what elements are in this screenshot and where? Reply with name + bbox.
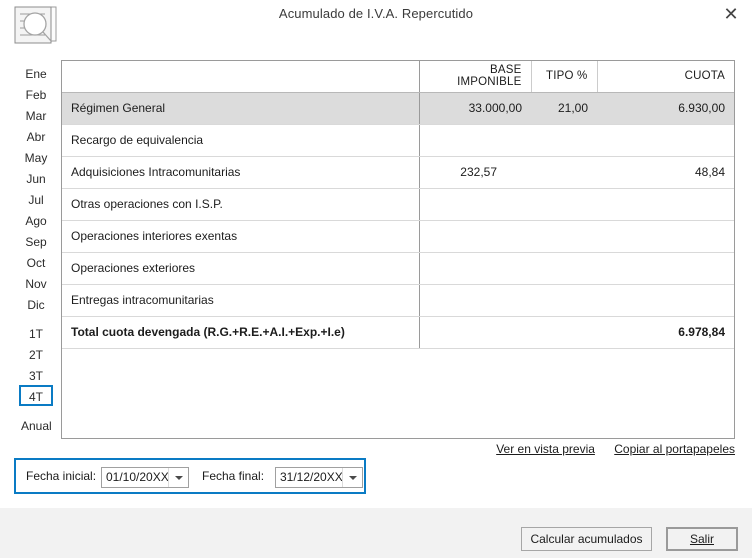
row-cuota — [597, 284, 734, 317]
preview-link[interactable]: Ver en vista previa — [496, 442, 595, 456]
row-base-total — [419, 316, 531, 349]
row-concept: Entregas intracomunitarias — [62, 284, 420, 317]
start-date-input[interactable]: 01/10/20XX — [101, 467, 189, 488]
period-item-nov[interactable]: Nov — [19, 272, 53, 293]
row-base — [419, 220, 531, 253]
iva-accumulated-table: BASE IMPONIBLE TIPO % CUOTA Régimen Gene… — [61, 60, 735, 439]
dialog-footer: Calcular acumulados Salir — [0, 508, 752, 558]
column-header-concept — [62, 61, 420, 93]
row-concept: Operaciones interiores exentas — [62, 220, 420, 253]
period-item-oct[interactable]: Oct — [19, 251, 53, 272]
row-concept: Recargo de equivalencia — [62, 124, 420, 157]
exit-button-label: Salir — [689, 532, 714, 546]
table-row[interactable]: Operaciones exteriores — [62, 252, 734, 285]
table-row[interactable]: Entregas intracomunitarias — [62, 284, 734, 317]
row-cuota-total: 6.978,84 — [597, 316, 734, 349]
row-concept: Adquisiciones Intracomunitarias — [62, 156, 420, 189]
start-date-label: Fecha inicial: — [26, 469, 97, 483]
end-date-value: 31/12/20XX — [280, 470, 343, 484]
table-row[interactable]: Operaciones interiores exentas — [62, 220, 734, 253]
period-item-ago[interactable]: Ago — [19, 209, 53, 230]
end-date-label: Fecha final: — [202, 469, 265, 483]
period-item-sep[interactable]: Sep — [19, 230, 53, 251]
period-item-2t[interactable]: 2T — [19, 343, 53, 364]
period-item-1t[interactable]: 1T — [19, 322, 53, 343]
page-title: Acumulado de I.V.A. Repercutido — [278, 6, 474, 21]
row-concept-total: Total cuota devengada (R.G.+R.E.+A.I.+Ex… — [62, 316, 420, 349]
row-cuota: 6.930,00 — [597, 92, 734, 125]
row-base — [419, 188, 531, 221]
chevron-down-icon[interactable] — [342, 468, 362, 487]
table-row[interactable]: Adquisiciones Intracomunitarias 232,57 4… — [62, 156, 734, 189]
row-tipo-total — [531, 316, 597, 349]
row-base — [419, 284, 531, 317]
table-row[interactable]: Otras operaciones con I.S.P. — [62, 188, 734, 221]
row-tipo: 21,00 — [531, 92, 597, 125]
row-tipo — [531, 124, 597, 157]
table-row[interactable]: Régimen General 33.000,00 21,00 6.930,00 — [62, 92, 734, 125]
table-row-total[interactable]: Total cuota devengada (R.G.+R.E.+A.I.+Ex… — [62, 316, 734, 349]
row-concept: Régimen General — [62, 92, 420, 125]
row-cuota — [597, 252, 734, 285]
row-concept: Operaciones exteriores — [62, 252, 420, 285]
column-header-tipo: TIPO % — [531, 61, 598, 93]
period-item-4t[interactable]: 4T — [19, 385, 53, 406]
end-date-input[interactable]: 31/12/20XX — [275, 467, 363, 488]
period-item-ene[interactable]: Ene — [19, 62, 53, 83]
close-icon[interactable]: ✕ — [716, 2, 746, 28]
row-base — [419, 252, 531, 285]
period-item-mar[interactable]: Mar — [19, 104, 53, 125]
row-concept: Otras operaciones con I.S.P. — [62, 188, 420, 221]
date-range-panel: Fecha inicial: 01/10/20XX Fecha final: 3… — [14, 458, 366, 494]
row-base — [419, 124, 531, 157]
column-header-cuota: CUOTA — [597, 61, 734, 93]
row-cuota — [597, 124, 734, 157]
row-base: 232,57 — [419, 156, 531, 189]
period-item-anual[interactable]: Anual — [19, 414, 53, 435]
period-item-may[interactable]: May — [19, 146, 53, 167]
period-item-jun[interactable]: Jun — [19, 167, 53, 188]
period-selector-sidebar: Ene Feb Mar Abr May Jun Jul Ago Sep Oct … — [12, 62, 60, 442]
period-item-dic[interactable]: Dic — [19, 293, 53, 314]
row-tipo — [531, 252, 597, 285]
exit-button[interactable]: Salir — [666, 527, 738, 551]
row-tipo — [531, 284, 597, 317]
row-cuota — [597, 188, 734, 221]
row-tipo — [531, 156, 597, 189]
table-header-row: BASE IMPONIBLE TIPO % CUOTA — [62, 61, 734, 93]
calculate-accumulated-button[interactable]: Calcular acumulados — [521, 527, 652, 551]
row-base: 33.000,00 — [419, 92, 531, 125]
document-preview-icon — [14, 5, 104, 53]
row-tipo — [531, 220, 597, 253]
period-item-abr[interactable]: Abr — [19, 125, 53, 146]
column-header-base-imponible: BASE IMPONIBLE — [419, 61, 532, 93]
row-tipo — [531, 188, 597, 221]
window-title-bar: Acumulado de I.V.A. Repercutido ✕ — [0, 0, 752, 34]
period-item-3t[interactable]: 3T — [19, 364, 53, 385]
period-item-jul[interactable]: Jul — [19, 188, 53, 209]
start-date-value: 01/10/20XX — [106, 470, 169, 484]
chevron-down-icon[interactable] — [168, 468, 188, 487]
copy-clipboard-link[interactable]: Copiar al portapapeles — [614, 442, 735, 456]
period-item-feb[interactable]: Feb — [19, 83, 53, 104]
row-cuota — [597, 220, 734, 253]
table-row[interactable]: Recargo de equivalencia — [62, 124, 734, 157]
row-cuota: 48,84 — [597, 156, 734, 189]
